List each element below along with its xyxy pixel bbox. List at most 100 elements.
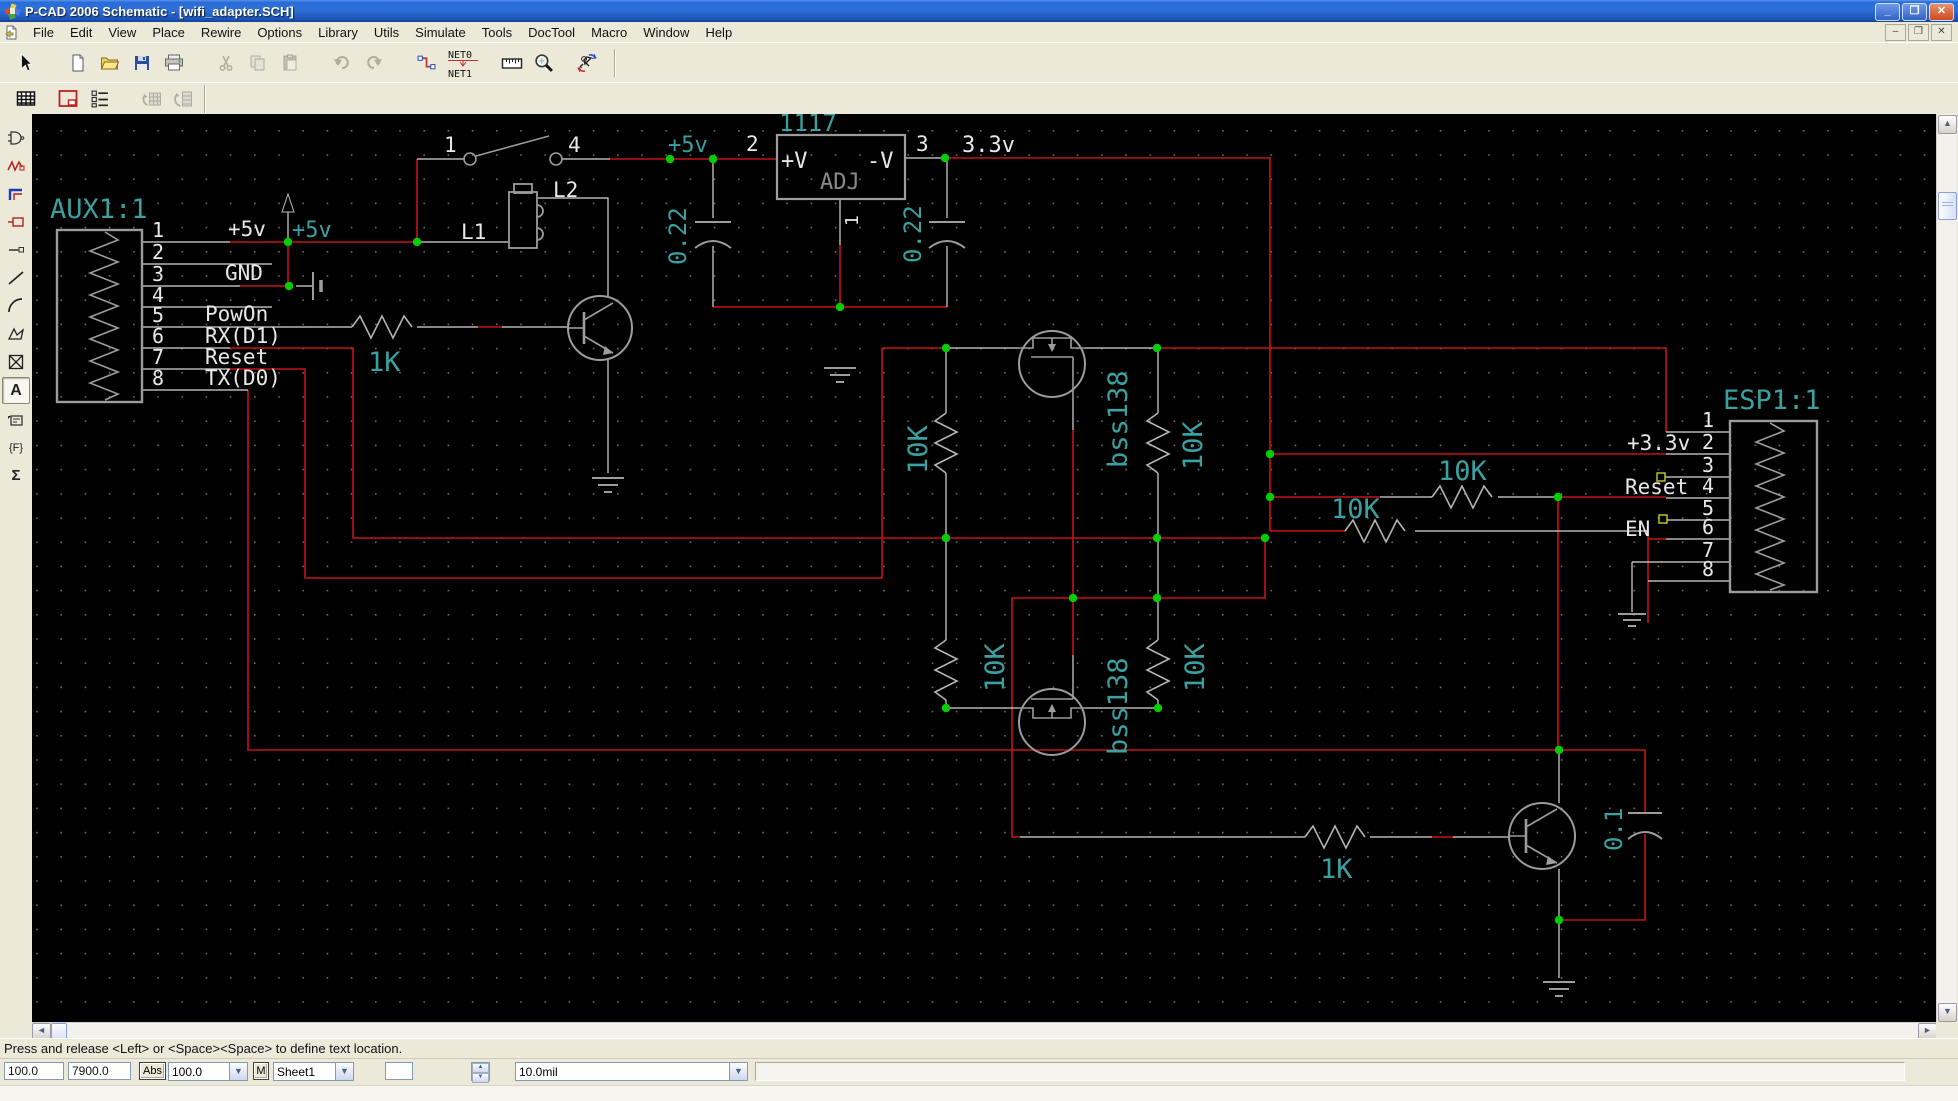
- bom-list-button[interactable]: [84, 84, 116, 114]
- vertical-scroll-thumb[interactable]: [1938, 192, 1957, 220]
- menu-simulate[interactable]: Simulate: [407, 23, 474, 42]
- menu-rewire[interactable]: Rewire: [193, 23, 249, 42]
- spinner-down-icon[interactable]: ▼: [472, 1073, 489, 1083]
- wire-advance-button[interactable]: [410, 48, 442, 78]
- select-tool-button[interactable]: [10, 48, 42, 78]
- measure-button[interactable]: [496, 48, 528, 78]
- sheet-dropdown-arrow-icon[interactable]: ▼: [335, 1063, 353, 1080]
- copy-button[interactable]: [242, 48, 274, 78]
- cap-out-value[interactable]: 0.22: [899, 205, 927, 263]
- y-coordinate-input[interactable]: [68, 1062, 131, 1080]
- line-width-dropdown[interactable]: 10.0mil ▼: [515, 1062, 748, 1081]
- menu-edit[interactable]: Edit: [62, 23, 100, 42]
- l2-label[interactable]: L2: [553, 178, 578, 202]
- r1k-base-value[interactable]: 1K: [1320, 854, 1353, 885]
- place-port-tool[interactable]: [3, 209, 29, 234]
- mosfet-upper-value[interactable]: bss138: [1103, 370, 1134, 468]
- r10k-en-value[interactable]: 10K: [1331, 494, 1381, 525]
- place-sigma-tool[interactable]: Σ: [3, 463, 29, 488]
- menu-file[interactable]: File: [25, 23, 62, 42]
- r10k-lr-value[interactable]: 10K: [1180, 642, 1211, 692]
- menu-options[interactable]: Options: [249, 23, 310, 42]
- aux-title[interactable]: AUX1:1: [50, 194, 148, 225]
- menu-tools[interactable]: Tools: [474, 23, 520, 42]
- undo-button[interactable]: [326, 48, 358, 78]
- restore-button[interactable]: ❐: [1902, 3, 1927, 21]
- reg-in-pin[interactable]: 2: [746, 132, 759, 156]
- switch-pin-a[interactable]: 1: [444, 133, 457, 157]
- reg-adj-label[interactable]: ADJ: [820, 170, 860, 195]
- open-button[interactable]: [94, 48, 126, 78]
- place-part-tool[interactable]: [3, 125, 29, 150]
- x-coordinate-input[interactable]: [4, 1062, 64, 1080]
- scroll-up-button[interactable]: ▲: [1938, 115, 1957, 134]
- mosfet-lower-value[interactable]: bss138: [1103, 657, 1134, 755]
- place-bus-tool[interactable]: [3, 181, 29, 206]
- r10k-reset-value[interactable]: 10K: [1438, 456, 1488, 487]
- net-label-33-rail[interactable]: 3.3v: [962, 133, 1015, 158]
- menu-help[interactable]: Help: [697, 23, 740, 42]
- aux-pin-numbers[interactable]: 1 2 3 4 5 6 7 8: [152, 218, 164, 390]
- sheet-grid-button[interactable]: [10, 84, 42, 114]
- grid-dropdown-arrow-icon[interactable]: ▼: [229, 1063, 247, 1080]
- close-button[interactable]: ✕: [1929, 3, 1954, 21]
- menu-view[interactable]: View: [100, 23, 144, 42]
- scroll-down-button[interactable]: ▼: [1938, 1003, 1957, 1022]
- r10k-ll-value[interactable]: 10K: [980, 642, 1011, 692]
- sheet-dropdown[interactable]: Sheet1 ▼: [273, 1062, 354, 1081]
- net-label-5v-rail[interactable]: +5v: [668, 133, 708, 158]
- spinner-up-icon[interactable]: ▲: [472, 1063, 489, 1073]
- redo-button[interactable]: [358, 48, 390, 78]
- menu-window[interactable]: Window: [635, 23, 697, 42]
- place-arc-tool[interactable]: [3, 293, 29, 318]
- r10k-ur-value[interactable]: 10K: [1178, 420, 1209, 470]
- block-flip-button[interactable]: [168, 84, 200, 114]
- place-ieee-symbol-tool[interactable]: [3, 407, 29, 432]
- doc-minimize-button[interactable]: –: [1885, 24, 1906, 41]
- abs-rel-toggle-button[interactable]: Abs: [139, 1062, 166, 1080]
- place-field-box-tool[interactable]: [3, 349, 29, 374]
- doc-restore-button[interactable]: ❐: [1908, 24, 1929, 41]
- cap-reset-value[interactable]: 0.1: [1600, 808, 1628, 851]
- r1k-powon-value[interactable]: 1K: [368, 347, 401, 378]
- r10k-ul-value[interactable]: 10K: [903, 424, 934, 474]
- place-polygon-tool[interactable]: [3, 321, 29, 346]
- l1-label[interactable]: L1: [461, 220, 486, 244]
- place-text-tool[interactable]: A: [2, 377, 30, 404]
- menu-library[interactable]: Library: [310, 23, 366, 42]
- reg-out-pin[interactable]: 3: [916, 132, 929, 156]
- print-button[interactable]: [158, 48, 190, 78]
- vertical-scrollbar[interactable]: ▲ ▼: [1936, 114, 1957, 1022]
- menu-utils[interactable]: Utils: [366, 23, 407, 42]
- width-spinner[interactable]: ▲ ▼: [471, 1062, 490, 1081]
- esp-pin-numbers[interactable]: 1 2 3 4 5 6 7 8: [1702, 408, 1714, 581]
- wire-width-input[interactable]: [385, 1062, 413, 1080]
- place-pin-tool[interactable]: [3, 237, 29, 262]
- esp-title[interactable]: ESP1:1: [1723, 385, 1821, 416]
- block-rotate-button[interactable]: [136, 84, 168, 114]
- minimize-button[interactable]: _: [1875, 3, 1900, 21]
- record-macro-button[interactable]: [570, 48, 610, 78]
- switch-pin-b[interactable]: 4: [568, 133, 581, 157]
- cut-button[interactable]: [210, 48, 242, 78]
- place-line-tool[interactable]: [3, 265, 29, 290]
- reg-name[interactable]: 1117: [779, 114, 837, 137]
- menu-place[interactable]: Place: [144, 23, 193, 42]
- block-selection-button[interactable]: [52, 84, 84, 114]
- reg-in-label[interactable]: +V: [781, 149, 808, 174]
- schematic-canvas[interactable]: AUX1:1 ESP1:1 1 2 3 4 5 6 7 8 +5v GND Po…: [32, 114, 1936, 1022]
- line-width-dropdown-arrow-icon[interactable]: ▼: [729, 1063, 747, 1080]
- grid-spacing-dropdown[interactable]: 100.0 ▼: [168, 1062, 248, 1081]
- cap-in-value[interactable]: 0.22: [664, 207, 692, 265]
- reg-out-label[interactable]: -V: [867, 149, 894, 174]
- menu-doctool[interactable]: DocTool: [520, 23, 583, 42]
- place-wire-tool[interactable]: [3, 153, 29, 178]
- horizontal-scrollbar[interactable]: ◄ ►: [32, 1022, 1936, 1039]
- doc-close-button[interactable]: ✕: [1931, 24, 1952, 41]
- menu-macro[interactable]: Macro: [583, 23, 635, 42]
- new-button[interactable]: [62, 48, 94, 78]
- net-label-5v-pin[interactable]: +5v: [292, 218, 332, 243]
- reg-adj-pin[interactable]: 1: [842, 215, 863, 226]
- place-field-tool[interactable]: {F}: [3, 435, 29, 460]
- paste-button[interactable]: [274, 48, 306, 78]
